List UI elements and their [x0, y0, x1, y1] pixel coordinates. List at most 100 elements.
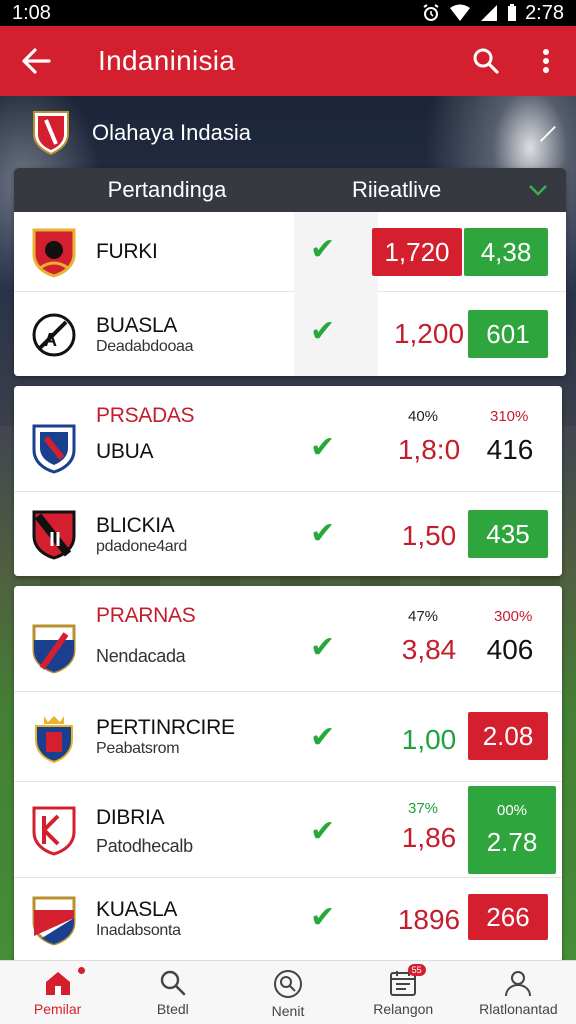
search-icon [160, 970, 186, 996]
odds-home-button[interactable]: 1,8:0 [384, 434, 474, 466]
team-name: BLICKIA [96, 514, 175, 537]
odds-away-button[interactable]: 601 [468, 310, 548, 358]
check-icon: ✔ [310, 315, 336, 348]
tab-realtime[interactable]: Riieatlive [320, 177, 510, 203]
odds-home-button[interactable]: 1896 [384, 904, 474, 936]
percent-home: 40% [408, 408, 439, 425]
team-subtitle: Inadabsonta [96, 922, 181, 939]
team-block: PERTINRCIRE Peabatsrom [96, 716, 235, 758]
percent-home: 47% [408, 608, 439, 625]
match-row[interactable]: KUASLA Inadabsonta ✔ 1896 266 [14, 878, 562, 962]
arrow-left-icon [22, 48, 51, 74]
team-block: PRARNAS Nendacada [96, 604, 196, 667]
nav-item-news[interactable]: Nenit [230, 961, 345, 1024]
team-name-top: PRSADAS [96, 404, 195, 427]
league-crest-icon [33, 111, 69, 156]
odds-home-button[interactable]: 1,720 [372, 228, 462, 276]
check-icon: ✔ [310, 233, 336, 266]
check-icon: ✔ [310, 631, 336, 664]
odds-away-button[interactable]: 2.08 [468, 712, 548, 760]
league-name: Olahaya Indasia [92, 120, 251, 145]
team-block: DIBRIA Patodhecalb [96, 806, 193, 857]
page-title: Indaninisia [98, 45, 236, 76]
matches-card-primary: Pertandinga Riieatlive FURKI ✔ 1,720 4,3… [14, 168, 566, 376]
tab-pertandingan[interactable]: Pertandinga [14, 177, 320, 203]
team-crest-icon [32, 228, 76, 278]
nav-item-home[interactable]: Pemilar [0, 961, 115, 1024]
signal-icon [481, 5, 498, 21]
back-button[interactable] [0, 26, 72, 96]
league-header[interactable]: Olahaya Indasia | [12, 104, 564, 162]
status-time: 1:08 [12, 1, 51, 24]
nav-label: Pemilar [33, 1001, 82, 1017]
check-icon: ✔ [310, 901, 336, 934]
odds-away-value: 2.78 [486, 827, 538, 857]
battery-icon [508, 4, 517, 21]
team-block: BLICKIA pdadone4ard [96, 514, 187, 556]
odds-home-button[interactable]: 1,50 [384, 520, 474, 552]
nav-item-profile[interactable]: Rlatlonantad [461, 961, 576, 1024]
home-icon [45, 972, 70, 995]
odds-away-button[interactable]: 4,38 [464, 228, 548, 276]
team-name: DIBRIA [96, 806, 165, 829]
team-subtitle: Nendacada [96, 646, 186, 666]
team-subtitle: Deadabdooaa [96, 338, 194, 355]
team-name: FURKI [96, 240, 158, 263]
nav-label: Relangon [373, 1001, 434, 1017]
odds-away-button[interactable]: 406 [470, 634, 550, 666]
match-row[interactable]: DIBRIA Patodhecalb ✔ 37% 1,86 00% 2.78 [14, 782, 562, 878]
tab-bar: Pertandinga Riieatlive [14, 168, 566, 212]
team-subtitle: pdadone4ard [96, 538, 188, 555]
match-row[interactable]: BLICKIA pdadone4ard ✔ 1,50 435 [14, 492, 562, 576]
team-subtitle: Patodhecalb [96, 836, 193, 856]
team-name: UBUA [96, 440, 154, 463]
odds-away-button[interactable]: 00% 2.78 [468, 786, 556, 874]
team-name: BUASLA [96, 314, 178, 337]
odds-home-button[interactable]: 1,200 [384, 318, 474, 350]
check-icon: ✔ [310, 431, 336, 464]
odds-away-button[interactable]: 435 [468, 510, 548, 558]
alarm-icon [423, 4, 439, 21]
team-name: KUASLA [96, 898, 178, 921]
odds-home-button[interactable]: 1,00 [384, 724, 474, 756]
odds-away-button[interactable]: 416 [470, 434, 550, 466]
team-block: BUASLA Deadabdooaa [96, 314, 194, 356]
more-vert-icon [543, 49, 549, 73]
odds-away-button[interactable]: 266 [468, 894, 548, 940]
row-separator-area [294, 212, 378, 292]
svg-text:A: A [44, 330, 57, 350]
match-row[interactable]: PERTINRCIRE Peabatsrom ✔ 1,00 2.08 [14, 692, 562, 782]
check-icon: ✔ [310, 721, 336, 754]
chevron-down-icon[interactable] [510, 179, 566, 202]
odds-home-button[interactable]: 1,86 [384, 822, 474, 854]
check-icon: ✔ [310, 517, 336, 550]
team-crest-icon [32, 624, 76, 674]
team-block: KUASLA Inadabsonta [96, 898, 181, 940]
team-crest-icon [32, 510, 76, 560]
match-row[interactable]: FURKI ✔ 1,720 4,38 [14, 212, 566, 292]
percent-away: 310% [490, 408, 529, 425]
team-crest-icon: A [32, 313, 76, 357]
percent-away: 300% [494, 608, 533, 625]
percent-away: 00% [496, 802, 528, 819]
match-row[interactable]: PRARNAS Nendacada ✔ 47% 300% 3,84 406 [14, 586, 562, 692]
match-row[interactable]: A BUASLA Deadabdooaa ✔ 1,200 601 [14, 292, 566, 376]
nav-item-search[interactable]: Btedl [115, 961, 230, 1024]
nav-item-schedule[interactable]: 55 Relangon [346, 961, 461, 1024]
search-icon [473, 48, 499, 74]
team-crest-icon [32, 424, 76, 474]
match-row[interactable]: PRSADAS UBUA ✔ 40% 310% 1,8:0 416 [14, 386, 562, 492]
matches-card: PRSADAS UBUA ✔ 40% 310% 1,8:0 416 BLICKI… [14, 386, 562, 576]
nav-label: Btedl [156, 1001, 189, 1017]
team-block: PRSADAS UBUA [96, 404, 195, 464]
team-name-top: PRARNAS [96, 604, 196, 627]
team-name: PERTINRCIRE [96, 716, 235, 739]
team-crest-icon [35, 716, 73, 764]
nav-badge: 55 [407, 964, 426, 976]
odds-home-button[interactable]: 3,84 [384, 634, 474, 666]
more-button[interactable] [516, 26, 576, 96]
search-button[interactable] [456, 26, 516, 96]
notification-dot [78, 967, 86, 974]
check-icon: ✔ [310, 815, 336, 848]
row-separator-area [294, 292, 378, 376]
